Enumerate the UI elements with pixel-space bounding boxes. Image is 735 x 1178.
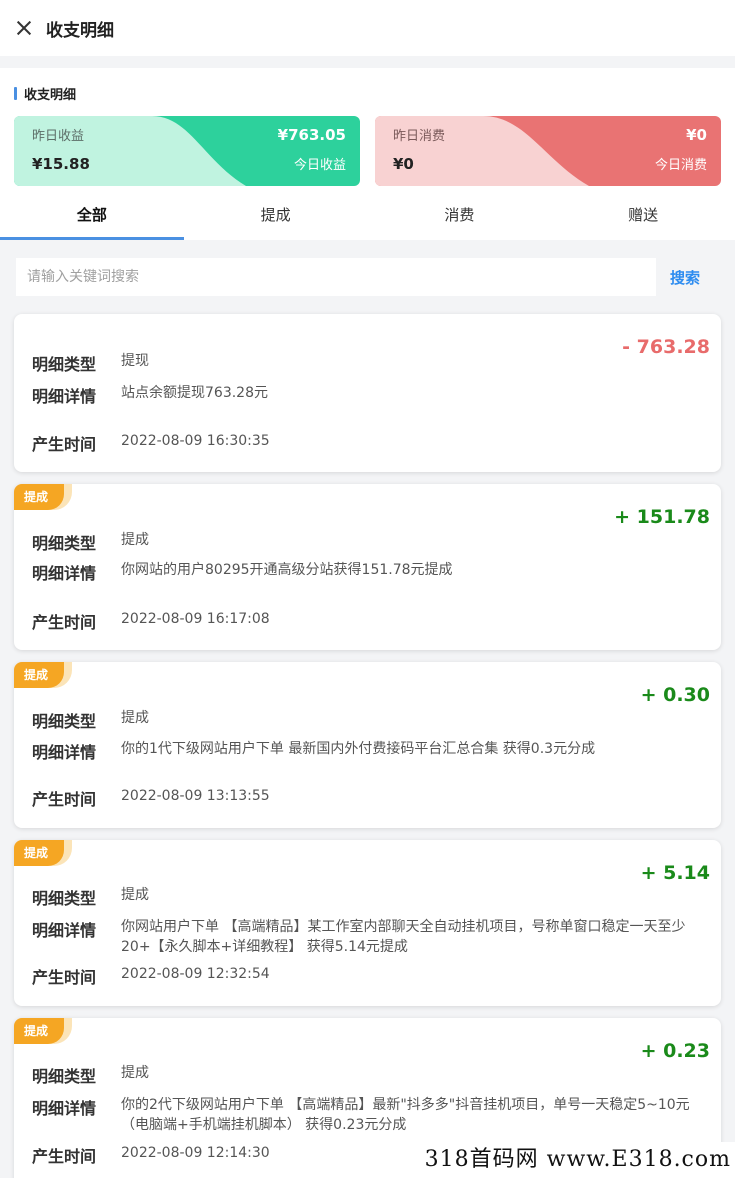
- expense-today-label: 今日消费: [654, 158, 707, 173]
- record-time-value: 2022-08-09 12:32:54: [121, 966, 270, 982]
- summary-section: 收支明细 昨日收益 ¥763.05 ¥15.88 今日收益 昨日消费 ¥0 ¥0…: [0, 68, 735, 240]
- search-button[interactable]: 搜索: [670, 267, 700, 288]
- record-amount: + 5.14: [640, 862, 710, 884]
- record-type-label: 明细类型: [32, 355, 97, 374]
- record-detail-value: 你网站用户下单 【高端精品】某工作室内部聊天全自动挂机项目，号称单窗口稳定一天至…: [121, 919, 686, 955]
- section-bar: [14, 87, 17, 100]
- tab-consumption[interactable]: 消费: [368, 186, 552, 240]
- record-detail-label: 明细详情: [32, 743, 97, 762]
- record-type-label: 明细类型: [32, 712, 97, 731]
- record-amount: + 151.78: [614, 506, 710, 528]
- record-type-row: 明细类型 提成: [32, 885, 149, 909]
- stats-row: 昨日收益 ¥763.05 ¥15.88 今日收益 昨日消费 ¥0 ¥0 今日消费: [14, 116, 721, 186]
- record-time-value: 2022-08-09 16:17:08: [121, 611, 270, 627]
- record-detail-row: 明细详情 你网站用户下单 【高端精品】某工作室内部聊天全自动挂机项目，号称单窗口…: [32, 917, 707, 957]
- record-list: - 763.28 明细类型 提现 明细详情 站点余额提现763.28元 产生时间…: [0, 296, 735, 1178]
- record-time-label: 产生时间: [32, 613, 97, 632]
- income-today-label: 今日收益: [293, 158, 346, 173]
- record-time-row: 产生时间 2022-08-09 12:32:54: [32, 964, 270, 988]
- commission-badge: 提成: [14, 840, 72, 866]
- record-type-row: 明细类型 提现: [32, 351, 149, 375]
- record-time-value: 2022-08-09 16:30:35: [121, 433, 270, 449]
- record-detail-label: 明细详情: [32, 564, 97, 583]
- income-yesterday-value: ¥15.88: [32, 154, 90, 173]
- tab-commission[interactable]: 提成: [184, 186, 368, 240]
- record-type-row: 明细类型 提成: [32, 530, 149, 554]
- record-type-value: 提成: [121, 1065, 149, 1081]
- record-time-label: 产生时间: [32, 790, 97, 809]
- record-detail-row: 明细详情 你网站的用户80295开通高级分站获得151.78元提成: [32, 560, 453, 584]
- income-yesterday-label: 昨日收益: [32, 129, 85, 144]
- record-type-label: 明细类型: [32, 1067, 97, 1086]
- record-time-value: 2022-08-09 12:14:30: [121, 1145, 270, 1161]
- record-time-value: 2022-08-09 13:13:55: [121, 788, 270, 804]
- top-bar: 收支明细: [0, 0, 735, 56]
- page-title: 收支明细: [46, 20, 114, 41]
- record-type-row: 明细类型 提成: [32, 708, 149, 732]
- expense-yesterday-value: ¥0: [393, 154, 414, 173]
- expense-today-value: ¥0: [686, 125, 707, 144]
- commission-badge-label: 提成: [14, 1018, 64, 1044]
- search-row: 搜索: [0, 240, 735, 296]
- close-icon[interactable]: [14, 18, 34, 38]
- section-heading-label: 收支明细: [24, 88, 77, 103]
- record-card[interactable]: 提成 + 151.78 明细类型 提成 明细详情 你网站的用户80295开通高级…: [14, 484, 721, 650]
- tab-gift[interactable]: 赠送: [551, 186, 735, 240]
- income-today-value: ¥763.05: [277, 125, 346, 144]
- record-time-label: 产生时间: [32, 1147, 97, 1166]
- expense-card: 昨日消费 ¥0 ¥0 今日消费: [375, 116, 721, 186]
- record-card[interactable]: 提成 + 5.14 明细类型 提成 明细详情 你网站用户下单 【高端精品】某工作…: [14, 840, 721, 1006]
- record-detail-row: 明细详情 你的2代下级网站用户下单 【高端精品】最新"抖多多"抖音挂机项目，单号…: [32, 1095, 707, 1135]
- tab-all[interactable]: 全部: [0, 186, 184, 240]
- record-detail-row: 明细详情 你的1代下级网站用户下单 最新国内外付费接码平台汇总合集 获得0.3元…: [32, 739, 707, 763]
- record-detail-label: 明细详情: [32, 1099, 97, 1118]
- record-time-row: 产生时间 2022-08-09 12:14:30: [32, 1143, 270, 1167]
- record-type-label: 明细类型: [32, 889, 97, 908]
- record-type-value: 提成: [121, 532, 149, 548]
- record-card[interactable]: 提成 + 0.30 明细类型 提成 明细详情 你的1代下级网站用户下单 最新国内…: [14, 662, 721, 828]
- record-time-row: 产生时间 2022-08-09 16:17:08: [32, 609, 270, 633]
- record-detail-label: 明细详情: [32, 387, 97, 406]
- record-amount: - 763.28: [622, 336, 710, 358]
- record-time-label: 产生时间: [32, 968, 97, 987]
- record-time-row: 产生时间 2022-08-09 16:30:35: [32, 431, 270, 455]
- record-detail-row: 明细详情 站点余额提现763.28元: [32, 383, 268, 407]
- record-type-label: 明细类型: [32, 534, 97, 553]
- record-time-row: 产生时间 2022-08-09 13:13:55: [32, 786, 270, 810]
- commission-badge: 提成: [14, 1018, 72, 1044]
- commission-badge-label: 提成: [14, 484, 64, 510]
- record-time-label: 产生时间: [32, 435, 97, 454]
- record-type-row: 明细类型 提成: [32, 1063, 149, 1087]
- commission-badge-label: 提成: [14, 840, 64, 866]
- section-heading: 收支明细: [14, 84, 721, 103]
- record-type-value: 提成: [121, 710, 149, 726]
- record-type-value: 提现: [121, 353, 149, 369]
- record-card[interactable]: - 763.28 明细类型 提现 明细详情 站点余额提现763.28元 产生时间…: [14, 314, 721, 472]
- commission-badge: 提成: [14, 484, 72, 510]
- filter-tabs: 全部 提成 消费 赠送: [0, 186, 735, 240]
- record-detail-value: 站点余额提现763.28元: [121, 385, 268, 401]
- commission-badge-label: 提成: [14, 662, 64, 688]
- record-detail-value: 你的2代下级网站用户下单 【高端精品】最新"抖多多"抖音挂机项目，单号一天稳定5…: [121, 1097, 690, 1133]
- watermark: 318首码网 www.E318.com: [423, 1142, 735, 1178]
- record-detail-label: 明细详情: [32, 921, 97, 940]
- record-detail-value: 你的1代下级网站用户下单 最新国内外付费接码平台汇总合集 获得0.3元分成: [121, 741, 596, 757]
- commission-badge: 提成: [14, 662, 72, 688]
- search-input[interactable]: [16, 258, 656, 296]
- record-detail-value: 你网站的用户80295开通高级分站获得151.78元提成: [121, 562, 453, 578]
- record-amount: + 0.30: [640, 684, 710, 706]
- record-amount: + 0.23: [640, 1040, 710, 1062]
- income-card: 昨日收益 ¥763.05 ¥15.88 今日收益: [14, 116, 360, 186]
- expense-yesterday-label: 昨日消费: [393, 129, 446, 144]
- record-type-value: 提成: [121, 887, 149, 903]
